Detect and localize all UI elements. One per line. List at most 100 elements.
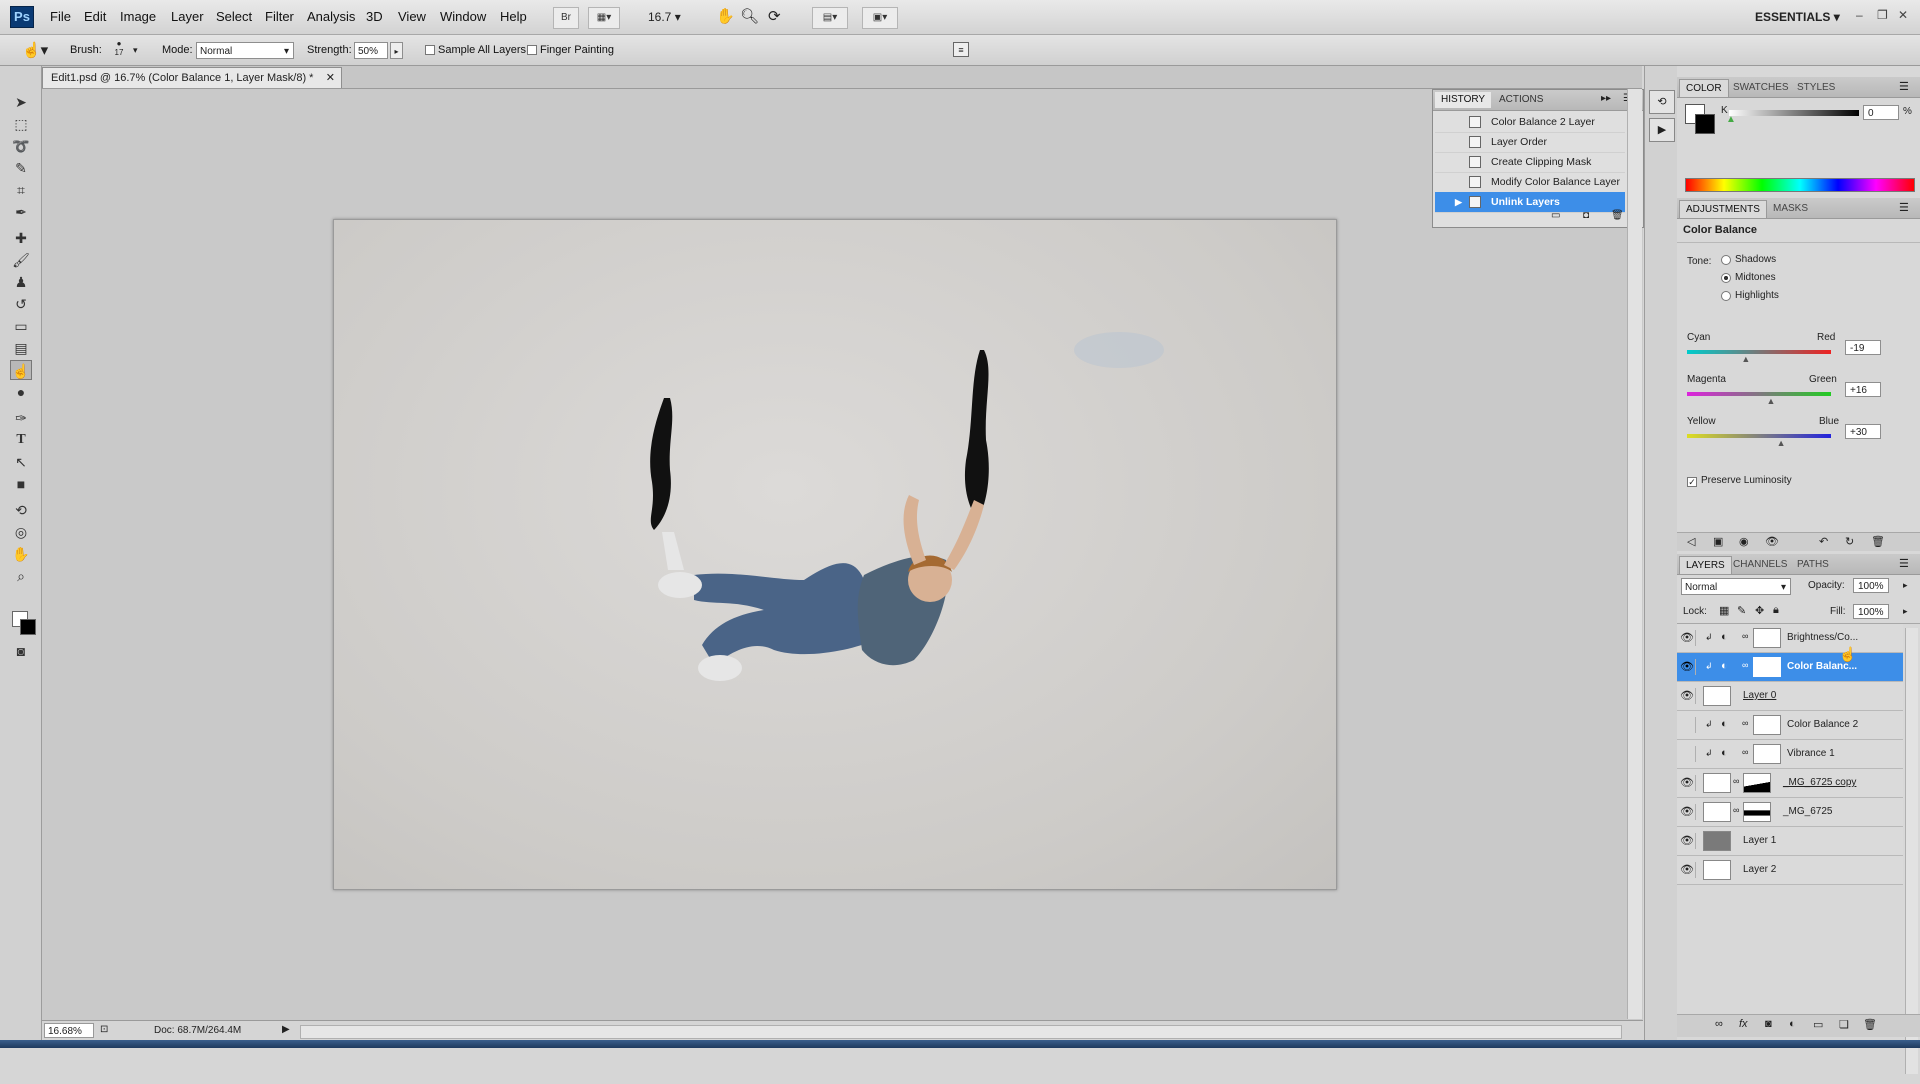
history-item-selected[interactable]: ▶ Unlink Layers bbox=[1435, 192, 1625, 213]
horizontal-scrollbar[interactable] bbox=[300, 1025, 1622, 1039]
zoom-tool-icon[interactable]: ⌕ bbox=[10, 566, 32, 586]
vertical-scrollbar[interactable] bbox=[1627, 89, 1642, 1019]
arrange-documents-button[interactable]: ▤▾ bbox=[812, 7, 848, 29]
bridge-button[interactable]: Br bbox=[553, 7, 579, 29]
menu-analysis[interactable]: Analysis bbox=[307, 9, 355, 24]
visibility-eye-empty[interactable] bbox=[1679, 717, 1696, 733]
tab-channels[interactable]: CHANNELS bbox=[1727, 556, 1793, 574]
tab-adjustments[interactable]: ADJUSTMENTS bbox=[1679, 200, 1767, 218]
k-value-input[interactable]: 0 bbox=[1863, 105, 1899, 120]
new-adjustment-icon[interactable]: ◐ bbox=[1789, 1018, 1796, 1030]
brush-tool-icon[interactable]: 🖌︎ bbox=[10, 250, 32, 270]
delete-layer-icon[interactable]: 🗑︎ bbox=[1863, 1018, 1877, 1031]
minimize-icon[interactable]: – bbox=[1856, 8, 1863, 22]
lasso-tool-icon[interactable]: ➰ bbox=[10, 136, 32, 156]
return-to-list-icon[interactable]: ◁ bbox=[1687, 535, 1695, 548]
magenta-green-slider-handle[interactable]: ▲ bbox=[1767, 396, 1776, 406]
previous-state-icon[interactable]: ↶ bbox=[1819, 535, 1828, 548]
visibility-eye-icon[interactable]: 👁︎ bbox=[1679, 862, 1696, 878]
history-brush-tool-icon[interactable]: ↺ bbox=[10, 294, 32, 314]
history-item[interactable]: Layer Order bbox=[1435, 132, 1625, 153]
move-tool-icon[interactable]: ➤ bbox=[10, 92, 32, 112]
history-item[interactable]: Modify Color Balance Layer bbox=[1435, 172, 1625, 193]
collapse-panel-icon[interactable]: ▸▸ bbox=[1601, 93, 1611, 104]
shape-tool-icon[interactable]: ■ bbox=[10, 474, 32, 494]
tab-color[interactable]: COLOR bbox=[1679, 79, 1729, 97]
path-selection-tool-icon[interactable]: ↖ bbox=[10, 452, 32, 472]
layer-row-selected[interactable]: 👁︎ ↲ ◐ ∞ Color Balanc... bbox=[1677, 653, 1903, 682]
panel-toggle-icon[interactable]: ≡ bbox=[953, 42, 969, 57]
opacity-slider-arrow-icon[interactable]: ▸ bbox=[1903, 580, 1908, 591]
yellow-blue-slider-handle[interactable]: ▲ bbox=[1777, 438, 1786, 448]
strength-input[interactable]: 50% bbox=[354, 42, 388, 59]
3d-rotate-tool-icon[interactable]: ⟲ bbox=[10, 500, 32, 520]
yellow-blue-value-input[interactable]: +30 bbox=[1845, 424, 1881, 439]
zoom-tool-icon[interactable]: 🔍︎ bbox=[740, 7, 759, 25]
smudge-tool-icon[interactable]: ☝ bbox=[10, 360, 32, 380]
layer-row[interactable]: 👁︎ ∞ _MG_6725 bbox=[1677, 798, 1903, 827]
tab-layers[interactable]: LAYERS bbox=[1679, 556, 1732, 574]
panel-menu-icon[interactable]: ☰ bbox=[1899, 557, 1909, 570]
layer-thumbnail[interactable] bbox=[1703, 860, 1731, 880]
3d-orbit-tool-icon[interactable]: ◎ bbox=[10, 522, 32, 542]
lock-position-icon[interactable]: ✥ bbox=[1755, 604, 1764, 617]
layer-mask-thumbnail[interactable] bbox=[1743, 802, 1771, 822]
layer-thumbnail[interactable] bbox=[1703, 802, 1731, 822]
layer-mask-thumbnail[interactable] bbox=[1753, 744, 1781, 764]
lock-all-icon[interactable]: 🔒︎ bbox=[1773, 604, 1779, 617]
lock-image-icon[interactable]: ✎ bbox=[1737, 604, 1746, 617]
menu-image[interactable]: Image bbox=[120, 9, 156, 24]
layer-thumbnail[interactable] bbox=[1703, 831, 1731, 851]
layer-mask-thumbnail[interactable] bbox=[1753, 628, 1781, 648]
menu-layer[interactable]: Layer bbox=[171, 9, 204, 24]
visibility-eye-icon[interactable]: 👁︎ bbox=[1679, 775, 1696, 791]
yellow-blue-slider[interactable] bbox=[1687, 434, 1831, 438]
lock-transparent-icon[interactable]: ▦ bbox=[1719, 604, 1729, 617]
cyan-red-value-input[interactable]: -19 bbox=[1845, 340, 1881, 355]
panel-menu-icon[interactable]: ☰ bbox=[1899, 80, 1909, 93]
view-extras-button[interactable]: ▦▾ bbox=[588, 7, 620, 29]
k-slider-handle-icon[interactable]: ▲ bbox=[1726, 114, 1736, 125]
layer-row[interactable]: ↲ ◐ ∞ Vibrance 1 bbox=[1677, 740, 1903, 769]
rotate-view-icon[interactable]: ⟳ bbox=[768, 7, 781, 25]
pen-tool-icon[interactable]: ✑ bbox=[10, 408, 32, 428]
layers-scrollbar[interactable] bbox=[1905, 628, 1918, 1074]
workspace-switcher[interactable]: ESSENTIALS ▾ bbox=[1755, 10, 1840, 24]
history-item[interactable]: Color Balance 2 Layer bbox=[1435, 112, 1625, 133]
blend-mode-select[interactable]: Normal ▾ bbox=[1681, 578, 1791, 595]
shadows-radio[interactable] bbox=[1721, 255, 1731, 265]
opacity-input[interactable]: 100% bbox=[1853, 578, 1889, 593]
quick-mask-icon[interactable]: ◙ bbox=[10, 641, 32, 661]
k-slider-track[interactable] bbox=[1729, 110, 1859, 116]
clip-to-layer-icon[interactable]: ◉ bbox=[1739, 535, 1749, 548]
healing-brush-tool-icon[interactable]: ✚ bbox=[10, 228, 32, 248]
sample-all-layers-checkbox[interactable] bbox=[425, 45, 435, 55]
delete-adjustment-icon[interactable]: 🗑︎ bbox=[1871, 535, 1885, 548]
smudge-tool-preset-icon[interactable]: ☝▾ bbox=[22, 41, 48, 59]
add-mask-icon[interactable]: ◙ bbox=[1765, 1018, 1772, 1030]
panel-menu-icon[interactable]: ☰ bbox=[1899, 201, 1909, 214]
layer-row[interactable]: 👁︎ Layer 2 bbox=[1677, 856, 1903, 885]
marquee-tool-icon[interactable]: ⬚ bbox=[10, 114, 32, 134]
magenta-green-value-input[interactable]: +16 bbox=[1845, 382, 1881, 397]
menu-file[interactable]: File bbox=[50, 9, 71, 24]
layer-thumbnail[interactable] bbox=[1703, 686, 1731, 706]
document-tab[interactable]: Edit1.psd @ 16.7% (Color Balance 1, Laye… bbox=[42, 67, 342, 88]
visibility-eye-icon[interactable]: 👁︎ bbox=[1679, 804, 1696, 820]
new-document-from-state-icon[interactable]: ▭ bbox=[1551, 210, 1560, 221]
visibility-eye-icon[interactable]: 👁︎ bbox=[1679, 688, 1696, 704]
screen-mode-button[interactable]: ▣▾ bbox=[862, 7, 898, 29]
layer-mask-thumbnail[interactable] bbox=[1753, 657, 1781, 677]
fill-input[interactable]: 100% bbox=[1853, 604, 1889, 619]
layer-style-icon[interactable]: fx bbox=[1739, 1018, 1748, 1030]
layer-row[interactable]: 👁︎ ∞ _MG_6725 copy bbox=[1677, 769, 1903, 798]
menu-view[interactable]: View bbox=[398, 9, 426, 24]
zoom-level-display[interactable]: 16.7 ▾ bbox=[648, 10, 681, 24]
menu-help[interactable]: Help bbox=[500, 9, 527, 24]
restore-icon[interactable]: ❐ bbox=[1877, 8, 1888, 22]
tab-styles[interactable]: STYLES bbox=[1791, 79, 1841, 97]
mode-select[interactable]: Normal ▾ bbox=[196, 42, 294, 59]
tab-swatches[interactable]: SWATCHES bbox=[1727, 79, 1795, 97]
strength-slider-button[interactable]: ▸ bbox=[390, 42, 403, 59]
document-canvas-image[interactable] bbox=[333, 219, 1337, 890]
